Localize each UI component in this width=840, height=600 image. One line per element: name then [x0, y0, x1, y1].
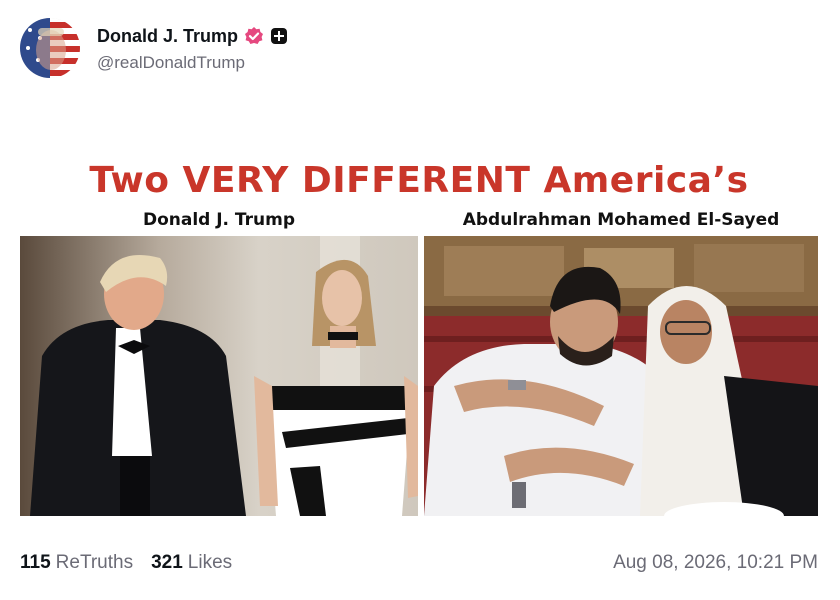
- likes-count: 321: [151, 552, 183, 573]
- display-name[interactable]: Donald J. Trump: [97, 26, 238, 47]
- likes-label: Likes: [187, 552, 233, 573]
- avatar[interactable]: [20, 18, 80, 78]
- retruths-count: 115: [20, 552, 51, 573]
- post-media[interactable]: Two VERY DIFFERENT America’s Donald J. T…: [20, 150, 818, 520]
- retruths-stat[interactable]: 115 ReTruths: [20, 552, 133, 574]
- post-timestamp[interactable]: Aug 08, 2026, 10:21 PM: [613, 552, 818, 574]
- right-photo: [424, 236, 818, 516]
- verified-badge-icon: [244, 26, 264, 46]
- likes-stat[interactable]: 321 Likes: [151, 552, 232, 574]
- retruths-label: ReTruths: [55, 552, 134, 573]
- plus-badge-icon: [270, 27, 288, 45]
- user-handle[interactable]: @realDonaldTrump: [97, 53, 288, 73]
- post-footer: 115 ReTruths 321 Likes Aug 08, 2026, 10:21…: [20, 552, 818, 574]
- post-header: Donald J. Trump @realDonaldTrump: [20, 18, 288, 78]
- left-photo: [20, 236, 418, 516]
- left-caption: Donald J. Trump: [142, 210, 296, 230]
- right-caption: Abdulrahman Mohamed El-Sayed: [462, 210, 780, 230]
- media-title: Two VERY DIFFERENT America’s: [89, 160, 749, 201]
